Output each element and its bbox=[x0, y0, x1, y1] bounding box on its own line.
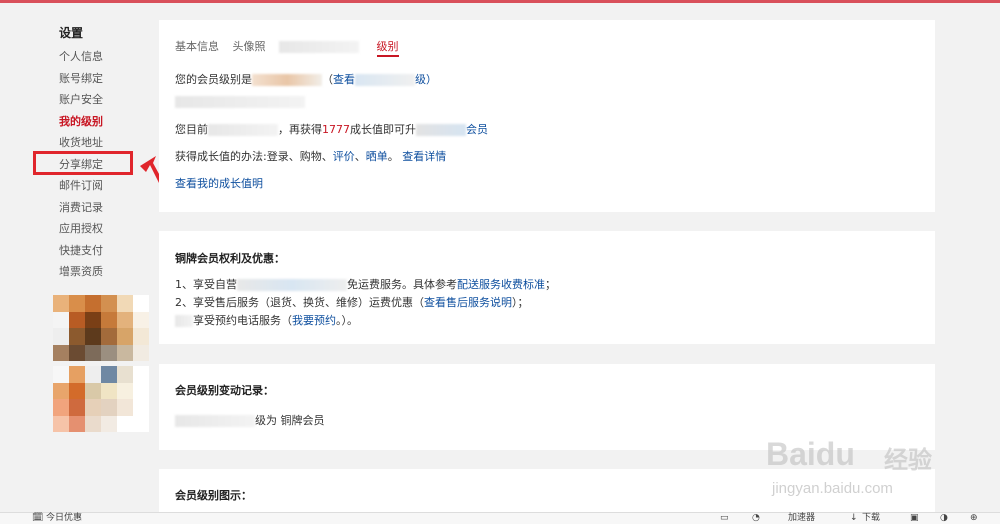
today-deals-button[interactable]: 今日优惠 bbox=[46, 513, 82, 524]
download-button[interactable]: 下载 bbox=[862, 513, 880, 524]
level-info-card: 基本信息 头像照 级别 您的会员级别是 （查看 级） 您目前 ，再获得1777成长值即… bbox=[159, 20, 935, 212]
blurred-tab bbox=[279, 41, 359, 53]
growth-text-a: 您目前 bbox=[175, 123, 208, 136]
level-label: 您的会员级别是 bbox=[175, 73, 252, 86]
watermark-cn: 经验 bbox=[884, 446, 932, 474]
download-icon: ↓ bbox=[850, 513, 858, 523]
refresh-icon[interactable]: ◔ bbox=[752, 513, 760, 524]
blurred-text bbox=[175, 96, 305, 108]
sidebar-title: 设置 bbox=[59, 26, 84, 40]
period: 。 bbox=[387, 150, 399, 163]
watermark-brand: Baidu bbox=[766, 436, 855, 472]
zoom-icon[interactable]: ⊕ bbox=[970, 513, 978, 524]
level-line: 您的会员级别是 （查看 级） bbox=[175, 73, 437, 86]
history-entry-text: 级为 铜牌会员 bbox=[255, 414, 325, 427]
sidebar-item-my-level[interactable]: 我的级别 bbox=[59, 111, 149, 133]
blurred-text bbox=[208, 124, 278, 136]
blurred-line bbox=[175, 95, 305, 108]
benefit-item-2: 2、享受售后服务（退货、换货、维修）运费优惠（查看售后服务说明）； bbox=[175, 294, 529, 310]
evaluate-link[interactable]: 评价 bbox=[333, 150, 355, 163]
sidebar-item-consumption-record[interactable]: 消费记录 bbox=[59, 197, 149, 219]
blurred-text bbox=[175, 415, 255, 427]
window-icon[interactable]: ▣ bbox=[910, 513, 919, 524]
diagram-title: 会员级别图示： bbox=[175, 489, 252, 502]
benefit-1-text-a: 1、享受自营 bbox=[175, 278, 237, 291]
sidebar-item-quick-pay[interactable]: 快捷支付 bbox=[59, 240, 149, 262]
benefits-title: 铜牌会员权利及优惠： bbox=[175, 252, 285, 265]
benefit-1-text-b: 免运费服务。具体参考 bbox=[347, 278, 457, 291]
blurred-text bbox=[416, 124, 466, 136]
after-sales-link[interactable]: 查看售后服务说明 bbox=[424, 296, 512, 309]
growth-needed-value: 1777 bbox=[322, 123, 350, 136]
benefit-2-text: 2、享受售后服务（退货、换货、维修）运费优惠（ bbox=[175, 296, 424, 309]
accelerator-button[interactable]: 加速器 bbox=[788, 513, 815, 524]
blurred-text bbox=[175, 315, 193, 327]
benefits-card: 铜牌会员权利及优惠： 1、享受自营 免运费服务。具体参考配送服务收费标准； 2、享… bbox=[159, 231, 935, 344]
sidebar-item-account-binding[interactable]: 账号绑定 bbox=[59, 68, 149, 90]
benefit-item-3: 享受预约电话服务（我要预约。）。 bbox=[175, 312, 358, 328]
history-title: 会员级别变动记录： bbox=[175, 384, 274, 397]
benefit-item-1: 1、享受自营 免运费服务。具体参考配送服务收费标准； bbox=[175, 276, 556, 292]
growth-text-c: 成长值即可升 bbox=[350, 123, 416, 136]
reserve-link[interactable]: 我要预约 bbox=[292, 314, 336, 327]
calendar-icon: 🗓 bbox=[32, 513, 44, 523]
level-suffix: 级） bbox=[415, 73, 437, 86]
separator: 、 bbox=[354, 150, 366, 163]
blurred-level bbox=[252, 74, 322, 86]
view-level-link[interactable]: 查看 bbox=[333, 73, 355, 86]
growth-text-b: ，再获得 bbox=[278, 123, 322, 136]
benefit-2-end: ）； bbox=[512, 296, 529, 309]
history-entry: 级为 铜牌会员 bbox=[175, 412, 325, 428]
highlight-box bbox=[33, 151, 133, 175]
sidebar-item-vat-invoice[interactable]: 增票资质 bbox=[59, 261, 149, 283]
sidebar-ad-image[interactable] bbox=[53, 295, 149, 361]
tab-my-level[interactable]: 级别 bbox=[376, 38, 399, 57]
level-tabs: 基本信息 头像照 级别 bbox=[175, 38, 409, 58]
sidebar-item-app-authorization[interactable]: 应用授权 bbox=[59, 218, 149, 240]
benefit-3-end: 。）。 bbox=[336, 314, 358, 327]
benefit-3-text: 享受预约电话服务（ bbox=[193, 314, 292, 327]
next-level-link[interactable]: 会员 bbox=[466, 123, 488, 136]
sidebar-item-personal-info[interactable]: 个人信息 bbox=[59, 46, 149, 68]
monitor-icon[interactable]: ▭ bbox=[720, 513, 729, 524]
watermark-url: jingyan.baidu.com bbox=[772, 480, 893, 497]
sidebar-item-email-subscription[interactable]: 邮件订阅 bbox=[59, 175, 149, 197]
tab-basic-info[interactable]: 基本信息 bbox=[175, 38, 219, 54]
share-order-link[interactable]: 晒单 bbox=[366, 150, 388, 163]
browser-statusbar: 🗓 今日优惠 ▭ ◔ 加速器 ↓ 下载 ▣ ◑ ⊕ bbox=[0, 512, 1000, 524]
blurred-text bbox=[355, 74, 415, 86]
growth-methods-line: 获得成长值的办法:登录、购物、评价、晒单。 查看详情 bbox=[175, 148, 446, 164]
delivery-fee-standard-link[interactable]: 配送服务收费标准 bbox=[457, 278, 545, 291]
top-accent-bar bbox=[0, 0, 1000, 3]
growth-detail-line: 查看我的成长值明 bbox=[175, 175, 263, 191]
growth-methods-text: 获得成长值的办法:登录、购物、 bbox=[175, 150, 333, 163]
baidu-jingyan-watermark: Baidu 经验 jingyan.baidu.com bbox=[766, 436, 946, 500]
benefit-1-end: ； bbox=[545, 278, 556, 291]
sidebar-item-account-security[interactable]: 账户安全 bbox=[59, 89, 149, 111]
growth-line: 您目前 ，再获得1777成长值即可升 会员 bbox=[175, 121, 488, 137]
sound-icon[interactable]: ◑ bbox=[940, 513, 948, 524]
blurred-text bbox=[237, 279, 347, 291]
sidebar-ad-image-2[interactable] bbox=[53, 366, 149, 432]
view-details-link[interactable]: 查看详情 bbox=[402, 150, 446, 163]
view-growth-detail-link[interactable]: 查看我的成长值明 bbox=[175, 177, 263, 190]
tab-avatar[interactable]: 头像照 bbox=[233, 38, 266, 54]
